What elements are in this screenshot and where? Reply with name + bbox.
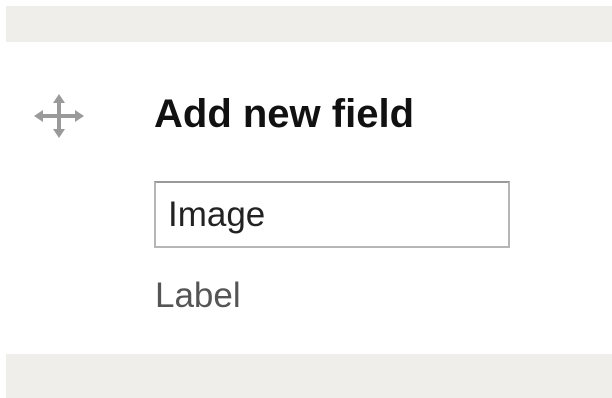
table-row-separator-top <box>6 6 612 42</box>
add-new-field-title: Add new field <box>154 92 414 136</box>
table-row-separator-bottom <box>6 354 612 398</box>
field-label-input[interactable] <box>154 181 510 248</box>
drag-handle-icon[interactable] <box>34 94 84 138</box>
move-arrows-icon <box>34 94 84 138</box>
field-label-description: Label <box>155 276 241 315</box>
